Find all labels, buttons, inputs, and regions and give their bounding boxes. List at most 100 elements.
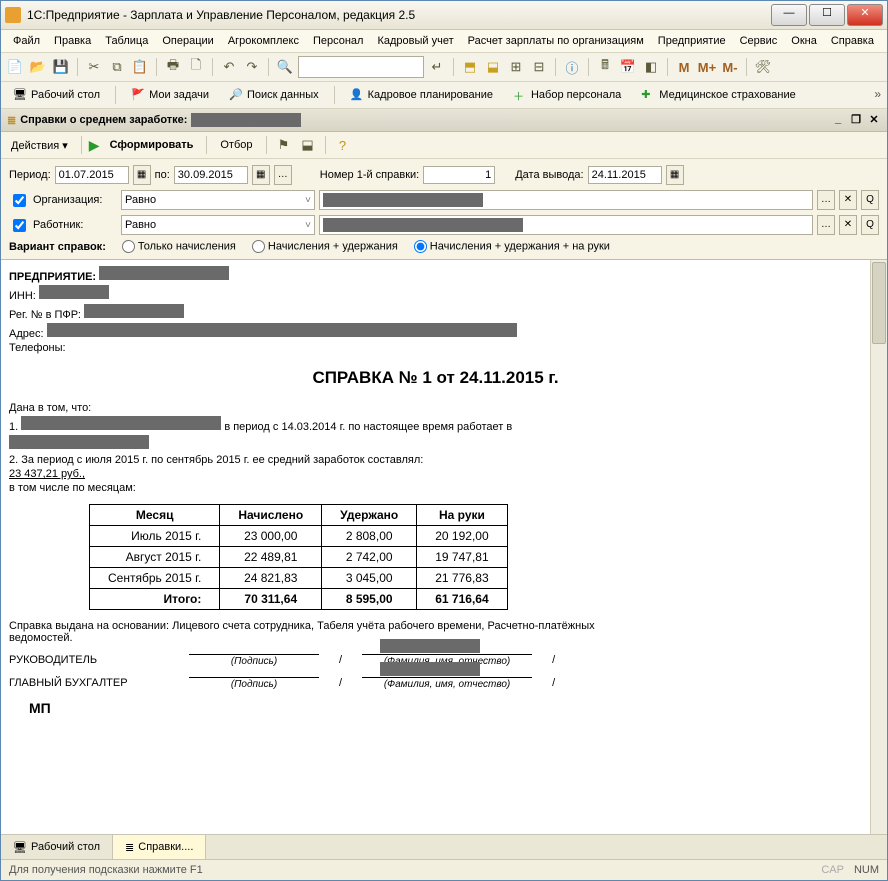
emp-field[interactable]: [319, 215, 813, 235]
new-icon[interactable]: 📄: [5, 57, 25, 77]
org-checkbox[interactable]: [13, 194, 26, 207]
tool-icon[interactable]: ⊞: [506, 57, 526, 77]
doc-icon: ≣: [125, 841, 134, 854]
tab-desktop[interactable]: 🖥Рабочий стол: [5, 85, 108, 105]
cut-icon[interactable]: ✂: [84, 57, 104, 77]
menu-file[interactable]: Файл: [7, 33, 46, 49]
redo-icon[interactable]: ↷: [242, 57, 262, 77]
filter-button[interactable]: Отбор: [214, 137, 258, 153]
menu-company[interactable]: Предприятие: [652, 33, 732, 49]
close-button[interactable]: ✕: [847, 4, 883, 26]
paste-icon[interactable]: 📋: [130, 57, 150, 77]
zoom-mminus[interactable]: M-: [720, 57, 740, 77]
panel-title: Справки о среднем заработке:: [20, 114, 187, 126]
play-icon[interactable]: ▶: [89, 137, 100, 154]
form-button[interactable]: Сформировать: [104, 137, 200, 153]
number-input[interactable]: [423, 166, 495, 184]
lookup-button[interactable]: Q: [861, 190, 879, 210]
ellipsis-button[interactable]: …: [274, 165, 292, 185]
zoom-mplus[interactable]: M+: [697, 57, 717, 77]
clear-button[interactable]: ✕: [839, 215, 857, 235]
save-icon[interactable]: 💾: [51, 57, 71, 77]
tab-tasks[interactable]: 🚩Мои задачи: [123, 85, 217, 105]
user-icon: 👤: [350, 88, 364, 102]
status-hint: Для получения подсказки нажмите F1: [9, 864, 203, 876]
calendar-icon[interactable]: 📅: [618, 57, 638, 77]
settings-icon[interactable]: 🛠: [753, 57, 773, 77]
tab-planning[interactable]: 👤Кадровое планирование: [342, 85, 501, 105]
document-title: СПРАВКА № 1 от 24.11.2015 г.: [9, 368, 862, 388]
scrollbar[interactable]: [870, 260, 887, 834]
menu-personal[interactable]: Персонал: [307, 33, 370, 49]
preview-icon[interactable]: 🗋: [186, 57, 206, 77]
variant-opt1[interactable]: Только начисления: [122, 240, 236, 253]
panel-close[interactable]: ✕: [867, 113, 881, 127]
menu-salary[interactable]: Расчет зарплаты по организациям: [462, 33, 650, 49]
menu-service[interactable]: Сервис: [734, 33, 784, 49]
chevron-down-icon[interactable]: »: [874, 87, 881, 101]
maximize-button[interactable]: ☐: [809, 4, 845, 26]
search-input[interactable]: [298, 56, 424, 78]
redacted: [9, 435, 149, 449]
date-from-input[interactable]: [55, 166, 129, 184]
menu-agro[interactable]: Агрокомплекс: [222, 33, 305, 49]
emp-operator-combo[interactable]: Равно: [121, 215, 315, 235]
open-icon[interactable]: 📂: [28, 57, 48, 77]
menu-edit[interactable]: Правка: [48, 33, 97, 49]
tool-icon[interactable]: ⚑: [274, 135, 294, 155]
help-icon[interactable]: ⓘ: [562, 57, 582, 77]
tab-med[interactable]: ✚Медицинское страхование: [633, 85, 803, 105]
variant-opt3[interactable]: Начисления + удержания + на руки: [414, 240, 610, 253]
btab-desktop[interactable]: 🖥Рабочий стол: [1, 835, 113, 859]
panel-toolbar: Действия ▾ ▶ Сформировать Отбор ⚑ ⬓ ?: [1, 132, 887, 159]
lookup-button[interactable]: Q: [861, 215, 879, 235]
actions-menu[interactable]: Действия ▾: [5, 137, 74, 154]
calendar-icon[interactable]: ▦: [133, 165, 151, 185]
tab-recruit[interactable]: ＋Набор персонала: [505, 85, 629, 105]
phone-label: Телефоны:: [9, 342, 862, 354]
clear-button[interactable]: ✕: [839, 190, 857, 210]
output-date-input[interactable]: [588, 166, 662, 184]
ellipsis-button[interactable]: …: [817, 190, 835, 210]
flag-icon: 🚩: [131, 88, 145, 102]
tool-icon[interactable]: ⬓: [298, 135, 318, 155]
menu-windows[interactable]: Окна: [785, 33, 823, 49]
tab-search[interactable]: 🔎Поиск данных: [221, 85, 327, 105]
zoom-m[interactable]: M: [674, 57, 694, 77]
tool-icon[interactable]: ⬓: [483, 57, 503, 77]
btab-doc[interactable]: ≣Справки....: [113, 835, 206, 859]
ellipsis-button[interactable]: …: [817, 215, 835, 235]
help-icon[interactable]: ?: [333, 135, 353, 155]
enter-icon[interactable]: ↵: [427, 57, 447, 77]
search-icon[interactable]: 🔍: [275, 57, 295, 77]
menu-kadr[interactable]: Кадровый учет: [371, 33, 459, 49]
panel-minimize[interactable]: _: [831, 113, 845, 127]
date-to-input[interactable]: [174, 166, 248, 184]
statusbar: Для получения подсказки нажмите F1 CAP N…: [1, 859, 887, 880]
table-row: Сентябрь 2015 г.24 821,833 045,0021 776,…: [90, 568, 508, 589]
tool-icon[interactable]: ◧: [641, 57, 661, 77]
fio-slot: (Фамилия, имя, отчество): [362, 677, 532, 690]
org-operator-combo[interactable]: Равно: [121, 190, 315, 210]
emp-checkbox[interactable]: [13, 219, 26, 232]
redacted: [191, 113, 301, 127]
given-label: Дана в том, что:: [9, 402, 862, 414]
tool-icon[interactable]: ⬒: [460, 57, 480, 77]
org-field[interactable]: [319, 190, 813, 210]
undo-icon[interactable]: ↶: [219, 57, 239, 77]
menu-ops[interactable]: Операции: [156, 33, 219, 49]
menu-help[interactable]: Справка: [825, 33, 880, 49]
variant-opt2[interactable]: Начисления + удержания: [252, 240, 398, 253]
print-icon[interactable]: 🖶: [163, 57, 183, 77]
copy-icon[interactable]: ⧉: [107, 57, 127, 77]
plus-user-icon: ＋: [513, 88, 527, 102]
tool-icon[interactable]: ⊟: [529, 57, 549, 77]
calendar-icon[interactable]: ▦: [252, 165, 270, 185]
menu-table[interactable]: Таблица: [99, 33, 154, 49]
app-icon: [5, 7, 21, 23]
calendar-icon[interactable]: ▦: [666, 165, 684, 185]
panel-restore[interactable]: ❐: [849, 113, 863, 127]
minimize-button[interactable]: —: [771, 4, 807, 26]
calc-icon[interactable]: 🖩: [595, 57, 615, 77]
med-icon: ✚: [641, 88, 655, 102]
